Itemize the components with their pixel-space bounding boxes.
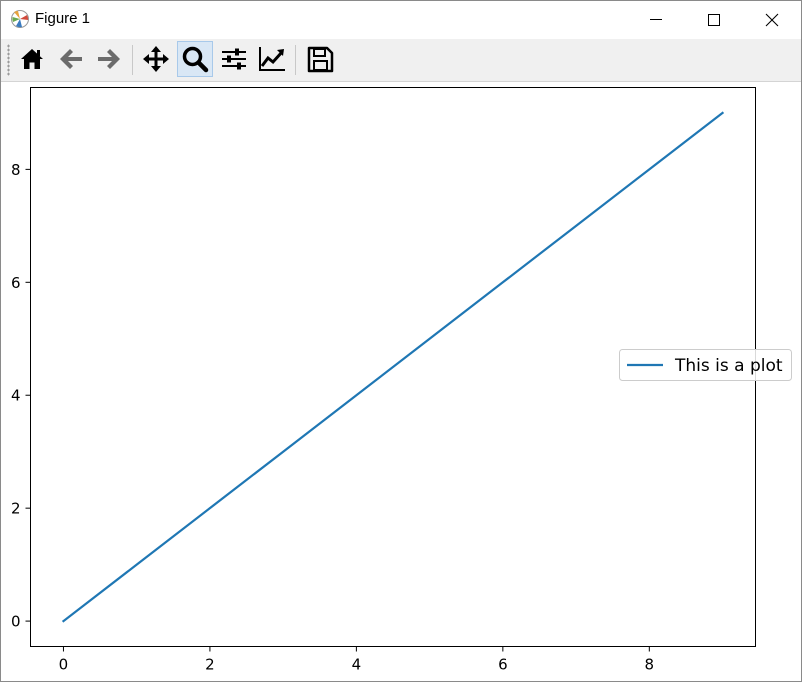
toolbar-grip[interactable] <box>7 44 10 76</box>
navigation-toolbar <box>1 39 801 82</box>
arrow-right-icon <box>98 49 120 69</box>
floppy-disk-icon <box>307 46 334 73</box>
back-button[interactable] <box>53 41 89 77</box>
configure-subplots-button[interactable] <box>216 41 252 77</box>
close-button[interactable] <box>743 1 801 39</box>
window-title: Figure 1 <box>35 10 91 27</box>
y-tick-label: 8 <box>11 161 21 179</box>
edit-axes-button[interactable] <box>254 41 290 77</box>
minimize-button[interactable] <box>627 1 685 39</box>
chart-legend: This is a plot <box>619 349 792 381</box>
matplotlib-logo-icon <box>11 10 29 28</box>
figure-window: Figure 1 0 2 4 6 8 0 2 4 6 8 This is a p… <box>0 0 802 682</box>
y-tick-label: 2 <box>11 500 21 518</box>
x-tick-label: 8 <box>645 656 655 674</box>
forward-button[interactable] <box>91 41 127 77</box>
move-arrows-icon <box>143 46 169 72</box>
figure-canvas[interactable]: 0 2 4 6 8 0 2 4 6 8 This is a plot <box>1 82 801 681</box>
line-chart: 0 2 4 6 8 0 2 4 6 8 This is a plot <box>11 87 792 674</box>
magnifier-icon <box>182 46 209 73</box>
zoom-button[interactable] <box>177 41 213 77</box>
y-tick-label: 4 <box>11 387 21 405</box>
minimize-icon <box>650 19 662 20</box>
toolbar-separator <box>132 45 133 75</box>
x-tick-label: 4 <box>352 656 362 674</box>
y-tick-label: 6 <box>11 274 21 292</box>
arrow-left-icon <box>60 49 82 69</box>
close-icon <box>765 13 779 27</box>
y-tick-label: 0 <box>11 613 21 631</box>
title-bar[interactable]: Figure 1 <box>1 1 801 39</box>
x-tick-label: 6 <box>498 656 508 674</box>
home-icon <box>21 49 43 69</box>
maximize-button[interactable] <box>685 1 743 39</box>
legend-label: This is a plot <box>674 356 783 376</box>
pan-button[interactable] <box>138 41 174 77</box>
x-tick-label: 2 <box>205 656 215 674</box>
x-tick-label: 0 <box>59 656 69 674</box>
save-button[interactable] <box>302 41 338 77</box>
sliders-icon <box>222 48 246 70</box>
home-button[interactable] <box>14 41 50 77</box>
line-chart-icon <box>259 47 285 71</box>
toolbar-separator <box>295 45 296 75</box>
maximize-icon <box>708 14 720 26</box>
